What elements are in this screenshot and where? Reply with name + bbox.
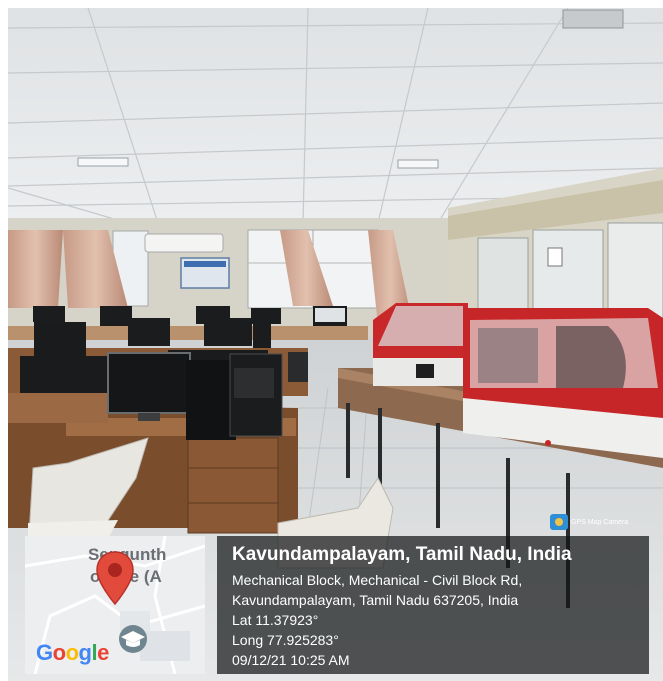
graduation-cap-icon bbox=[119, 625, 147, 653]
place-title: Kavundampalayam, Tamil Nadu, India bbox=[232, 544, 572, 565]
longitude: Long 77.925283° bbox=[232, 632, 339, 648]
address-line-2: Kavundampalayam, Tamil Nadu 637205, Indi… bbox=[232, 592, 519, 608]
timestamp: 09/12/21 10:25 AM bbox=[232, 652, 350, 668]
google-logo: Google bbox=[36, 640, 109, 665]
location-info-panel: Kavundampalayam, Tamil Nadu, India Mecha… bbox=[217, 536, 649, 674]
gps-map-camera-badge: GPS Map Camera bbox=[550, 512, 646, 532]
address-line-1: Mechanical Block, Mechanical - Civil Blo… bbox=[232, 572, 523, 588]
map-pin-icon bbox=[96, 551, 134, 606]
app-badge-label: GPS Map Camera bbox=[571, 518, 629, 526]
latitude: Lat 11.37923° bbox=[232, 612, 319, 628]
camera-icon bbox=[550, 514, 568, 530]
